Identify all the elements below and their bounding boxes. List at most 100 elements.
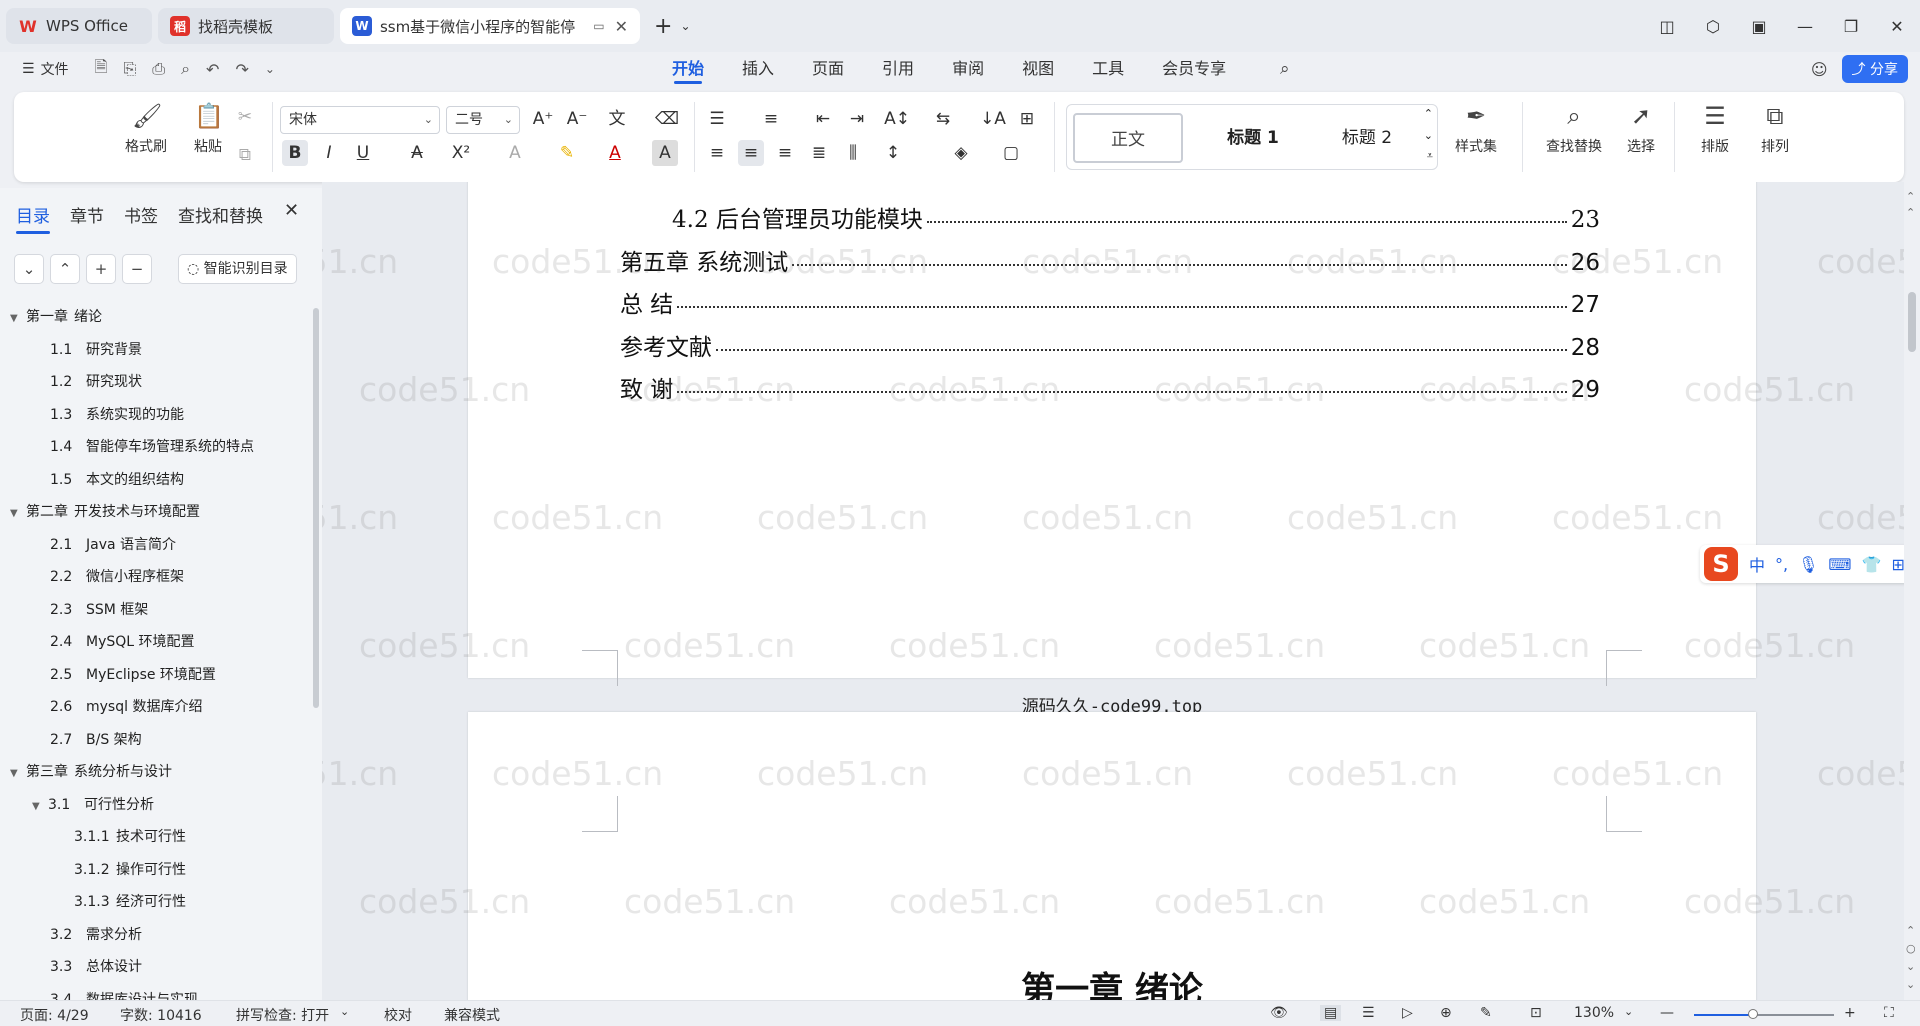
tab-review[interactable]: 审阅 [952,52,984,86]
numbered-list-icon[interactable]: ≡ [758,106,784,132]
remove-heading-icon[interactable]: − [122,254,152,284]
zoom-out-icon[interactable]: — [1660,1005,1674,1021]
toc-item[interactable]: ▼ 第三章 系统分析与设计 [10,761,172,781]
shrink-font-icon[interactable]: A⁻ [564,106,590,132]
line-spacing-icon[interactable]: ↕ [880,140,906,166]
scroll-down-icon[interactable]: ⌄ [1424,129,1433,142]
style-set-button[interactable]: ✒ 样式集 [1446,102,1506,156]
nav-tab-bookmarks[interactable]: 书签 [124,202,158,234]
toc-item[interactable]: 2.7 B/S 架构 [50,729,142,749]
undo-icon[interactable]: ↶ [206,60,219,79]
align-center-icon[interactable]: ≡ [738,140,764,166]
font-name-select[interactable]: 宋体 ⌄ [280,106,440,134]
close-tab-icon[interactable]: ✕ [615,17,628,36]
style-heading-2[interactable]: 标题 2 [1317,113,1417,163]
cube-icon[interactable]: ⬡ [1690,17,1736,36]
toc-item[interactable]: 2.1 Java 语言简介 [50,534,176,554]
toc-item[interactable]: 1.1 研究背景 [50,339,142,359]
expand-arrow-icon[interactable]: ▼ [10,313,26,324]
chat-icon[interactable]: ☺ [1811,60,1828,79]
skin-icon[interactable]: 👕 [1862,555,1882,574]
scroll-up-icon[interactable]: ⌃ [1424,107,1433,120]
print-icon[interactable]: ⎙ [152,59,165,79]
toc-item[interactable]: 3.1.2 操作可行性 [74,859,186,879]
expand-gallery-icon[interactable]: ⩡ [1427,149,1433,163]
play-icon[interactable]: ▷ [1402,1005,1413,1021]
copy-icon[interactable]: ⧉ [232,142,258,168]
toc-item[interactable]: 1.5 本文的组织结构 [50,469,184,489]
nav-tab-chapters[interactable]: 章节 [70,202,104,234]
align-right-icon[interactable]: ≡ [772,140,798,166]
tab-current-document[interactable]: W ssm基于微信小程序的智能停 ▭ ✕ [340,8,640,44]
file-menu[interactable]: 文件 [41,59,69,79]
swap-icon[interactable]: ⇆ [930,106,956,132]
style-heading-1[interactable]: 标题 1 [1193,113,1313,163]
chevron-down-icon[interactable]: ⌄ [1624,1005,1633,1018]
find-replace-button[interactable]: ⌕ 查找替换 [1536,102,1612,156]
toc-item[interactable]: 1.2 研究现状 [50,371,142,391]
minimize-icon[interactable]: — [1782,17,1828,36]
border-icon[interactable]: ▢ [998,140,1024,166]
select-browse-icon[interactable]: ○ [1906,942,1916,955]
toc-item[interactable]: 2.3 SSM 框架 [50,599,148,619]
toc-item[interactable]: 3.3 总体设计 [50,956,142,976]
nav-scrollbar[interactable] [313,308,319,708]
align-left-icon[interactable]: ≡ [704,140,730,166]
save-icon[interactable]: 🗎 [95,56,108,83]
chevron-down-icon[interactable]: ⌄ [340,1005,349,1018]
redo-icon[interactable]: ↷ [235,60,248,79]
document-page[interactable]: 第一章 绪论 [468,712,1756,1000]
next-page-icon[interactable]: ⌄ [1906,960,1915,973]
close-window-icon[interactable]: ✕ [1874,17,1920,36]
document-page[interactable]: 4.2 后台管理员功能模块 23 第五章 系统测试 26 总 结 27 参考文献 28 致 谢 2… [468,182,1756,717]
zoom-slider-knob[interactable] [1747,1009,1758,1019]
toc-item[interactable]: ▼ 3.1 可行性分析 [32,794,154,814]
toc-item[interactable]: 1.4 智能停车场管理系统的特点 [50,436,254,456]
prev-page-icon[interactable]: ⌃ [1906,924,1915,937]
increase-indent-icon[interactable]: ⇥ [844,106,870,132]
tab-insert[interactable]: 插入 [742,52,774,86]
tab-view[interactable]: 视图 [1022,52,1054,86]
restore-icon[interactable]: ❐ [1828,17,1874,36]
phonetic-guide-icon[interactable]: 文 [604,106,630,132]
toc-item[interactable]: 3.2 需求分析 [50,924,142,944]
toc-item[interactable]: 3.1.1 技术可行性 [74,826,186,846]
chevron-down-icon[interactable]: ⌄ [265,62,275,76]
nav-tab-toc[interactable]: 目录 [16,202,50,234]
show-marks-icon[interactable]: ⊞ [1014,106,1040,132]
text-effect-icon[interactable]: A [502,140,528,166]
scroll-up-icon[interactable]: ⌃ [1906,206,1915,219]
tab-wps-office[interactable]: W WPS Office [6,8,152,44]
layout-button[interactable]: ☰ 排版 [1692,102,1738,156]
justify-icon[interactable]: ≣ [806,140,832,166]
tab-docer-templates[interactable]: 稻 找稻壳模板 [158,8,334,44]
vertical-scrollbar[interactable]: ⌃ ⌃ ⌃ ○ ⌄ ⌄ [1904,182,1920,1000]
strikethrough-icon[interactable]: A [404,140,430,166]
avatar[interactable]: ▣ [1736,17,1782,36]
scroll-up-icon[interactable]: ⌃ [1906,190,1915,203]
share-button[interactable]: ⤴ 分享 [1841,55,1908,83]
smart-toc-button[interactable]: ◌ 智能识别目录 [178,254,297,284]
italic-icon[interactable]: I [316,140,342,166]
nav-tab-find-replace[interactable]: 查找和替换 [178,202,263,234]
superscript-icon[interactable]: X² [448,140,474,166]
microphone-icon[interactable]: 🎙 [1798,555,1818,574]
new-tab-button[interactable]: + [654,14,672,39]
toc-item[interactable]: ▼ 第一章 绪论 [10,306,102,326]
highlight-icon[interactable]: ✎ [554,140,580,166]
char-shading-icon[interactable]: A [652,140,678,166]
tab-references[interactable]: 引用 [882,52,914,86]
font-color-icon[interactable]: A [602,140,628,166]
style-normal[interactable]: 正文 [1073,113,1183,163]
pen-icon[interactable]: ✎ [1480,1005,1492,1021]
web-view-icon[interactable]: ⊕ [1440,1005,1452,1021]
zoom-level[interactable]: 130% [1574,1005,1614,1021]
toc-item[interactable]: 2.4 MySQL 环境配置 [50,631,195,651]
toc-item[interactable]: 3.1.3 经济可行性 [74,891,186,911]
ime-toolbar[interactable]: S 中 °, 🎙 ⌨ 👕 ⊞ [1700,545,1914,583]
add-heading-icon[interactable]: + [86,254,116,284]
expand-arrow-icon[interactable]: ▼ [10,768,26,779]
tab-tools[interactable]: 工具 [1092,52,1124,86]
distributed-icon[interactable]: ⫼ [840,140,866,166]
toc-item[interactable]: 2.5 MyEclipse 环境配置 [50,664,216,684]
